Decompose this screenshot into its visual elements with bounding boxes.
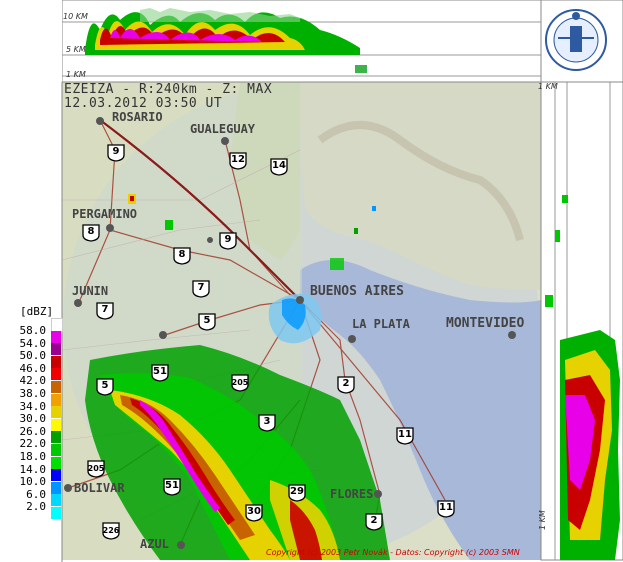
height-label-5km: 5 KM: [66, 45, 86, 54]
legend-entry: [6, 507, 61, 519]
route-shield: 12: [229, 152, 247, 170]
legend-swatch: [51, 431, 61, 444]
legend-entry: 26.0: [6, 418, 61, 438]
city-buenos-aires: BUENOS AIRES: [310, 284, 404, 299]
route-shield: 8: [173, 247, 191, 265]
route-shield: 7: [192, 280, 210, 298]
route-shield: 51: [163, 478, 181, 496]
height-label-1km: 1 KM: [66, 70, 86, 79]
route-shield: 9: [107, 144, 125, 162]
legend-swatch: [51, 393, 61, 406]
route-number: 2: [342, 378, 350, 389]
legend-entry: 34.0: [6, 393, 61, 413]
smn-logo: [545, 9, 607, 71]
route-number: 9: [224, 234, 232, 245]
legend-entry: 22.0: [6, 431, 61, 450]
route-number: 30: [247, 506, 261, 517]
route-shield: 5: [96, 378, 114, 396]
legend-entry: 50.0: [6, 343, 61, 362]
city-gualeguay: GUALEGUAY: [190, 122, 256, 136]
route-number: 8: [87, 226, 95, 237]
city-azul: AZUL: [140, 537, 169, 551]
legend-swatch: [51, 507, 61, 519]
legend-entry: 6.0: [6, 481, 61, 501]
city-pergamino: PERGAMINO: [72, 207, 138, 221]
legend-entry: 14.0: [6, 456, 61, 476]
route-shield: 11: [437, 500, 455, 518]
legend-entry: 58.0: [6, 318, 63, 337]
route-shield: 205: [231, 374, 249, 392]
route-number: 11: [439, 502, 453, 513]
city-las-flores: FLORES: [330, 487, 374, 501]
route-number: 205: [231, 378, 249, 387]
route-shield: 8: [82, 224, 100, 242]
legend-swatch: [51, 418, 61, 431]
route-number: 205: [87, 464, 105, 473]
route-number: 51: [153, 366, 167, 377]
legend-swatch: [51, 330, 61, 343]
city-la-plata: LA PLATA: [352, 317, 410, 331]
route-shield: 9: [219, 232, 237, 250]
route-number: 7: [197, 282, 205, 293]
route-number: 51: [165, 480, 179, 491]
legend-swatch: [51, 355, 61, 368]
legend-entry: 54.0: [6, 330, 61, 350]
legend-swatch: [51, 481, 61, 494]
copyright: Copyright (c) 2003 Petr Novák - Datos: C…: [266, 548, 520, 557]
legend-entry: 42.0: [6, 368, 61, 387]
route-number: 12: [231, 154, 245, 165]
legend-entry: 38.0: [6, 381, 61, 400]
route-number: 7: [101, 304, 109, 315]
legend-swatch: [51, 469, 61, 482]
route-shield: 11: [396, 427, 414, 445]
legend-entry: 18.0: [6, 444, 61, 463]
legend-swatch: [51, 444, 61, 456]
route-shield: 51: [151, 364, 169, 382]
route-shield: 14: [270, 158, 288, 176]
route-shield: 205: [87, 460, 105, 478]
legend-entry: 46.0: [6, 355, 61, 375]
route-shield: 226: [102, 522, 120, 540]
route-number: 9: [112, 146, 120, 157]
legend-swatch: [51, 406, 61, 419]
route-number: 5: [101, 380, 109, 391]
legend-entry: 2.0: [6, 494, 61, 513]
route-number: 14: [272, 160, 286, 171]
legend-swatch: [51, 381, 61, 393]
legend-swatch: [51, 343, 61, 356]
radar-header-line2: 12.03.2012 03:50 UT: [64, 96, 223, 111]
bottom-height-label: 1 KM: [538, 510, 547, 530]
city-junin: JUNIN: [72, 284, 109, 298]
radar-header-line1: EZEIZA - R:240km - Z: MAX: [64, 82, 273, 97]
legend-entry: 10.0: [6, 469, 61, 488]
route-number: 11: [398, 429, 412, 440]
route-number: 8: [178, 249, 186, 260]
city-rosario: ROSARIO: [112, 110, 163, 124]
legend-swatch: [51, 456, 61, 469]
route-shield: 5: [198, 313, 216, 331]
legend-title: [dBZ]: [20, 305, 54, 318]
route-number: 2: [370, 515, 378, 526]
legend-swatch: [51, 368, 61, 381]
route-shield: 29: [288, 484, 306, 502]
route-number: 226: [102, 526, 120, 535]
legend-entry: 30.0: [6, 406, 61, 425]
route-shield: 30: [245, 504, 263, 522]
route-shield: 7: [96, 302, 114, 320]
city-montevideo: MONTEVIDEO: [446, 316, 525, 331]
height-label-10km: 10 KM: [63, 12, 88, 21]
route-number: 5: [203, 315, 211, 326]
right-height-label: 1 KM: [538, 82, 558, 91]
route-number: 29: [290, 486, 304, 497]
legend-swatch: [51, 494, 61, 507]
route-number: 3: [263, 416, 271, 427]
route-shield: 2: [337, 376, 355, 394]
city-bolivar: BOLIVAR: [74, 481, 125, 495]
route-shield: 2: [365, 513, 383, 531]
route-shield: 3: [258, 414, 276, 432]
